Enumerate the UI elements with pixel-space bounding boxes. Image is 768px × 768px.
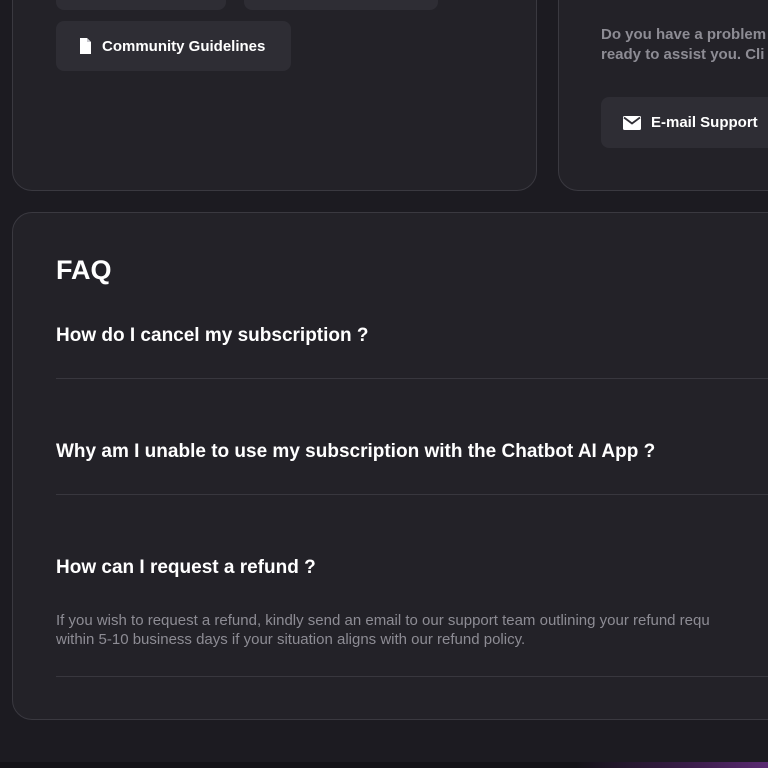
- faq-divider: [56, 494, 768, 495]
- email-support-button[interactable]: E-mail Support: [601, 97, 768, 148]
- document-icon: [78, 38, 92, 54]
- faq-answer-line-2: within 5-10 business days if your situat…: [56, 631, 526, 648]
- faq-answer-line-1: If you wish to request a refund, kindly …: [56, 612, 710, 629]
- envelope-icon: [623, 115, 641, 130]
- faq-question-refund[interactable]: How can I request a refund ?: [56, 557, 316, 579]
- support-text-line-1: Do you have a problem: [601, 26, 767, 43]
- faq-title: FAQ: [56, 255, 112, 285]
- resource-button-partial[interactable]: [56, 0, 226, 10]
- community-guidelines-button[interactable]: Community Guidelines: [56, 21, 291, 71]
- faq-answer-refund: If you wish to request a refund, kindly …: [56, 611, 768, 649]
- faq-divider: [56, 378, 768, 379]
- email-support-label: E-mail Support: [651, 114, 758, 131]
- support-description: Do you have a problem ready to assist yo…: [601, 25, 768, 65]
- resource-button-partial[interactable]: [244, 0, 438, 10]
- faq-question-cancel-subscription[interactable]: How do I cancel my subscription ?: [56, 325, 369, 347]
- faq-divider: [56, 676, 768, 677]
- footer-edge: [0, 762, 768, 768]
- help-center-page: Community Guidelines Do you have a probl…: [0, 0, 768, 768]
- faq-question-chatbot-app[interactable]: Why am I unable to use my subscription w…: [56, 441, 655, 463]
- support-text-line-2: ready to assist you. Cli: [601, 46, 765, 63]
- community-guidelines-label: Community Guidelines: [102, 37, 266, 55]
